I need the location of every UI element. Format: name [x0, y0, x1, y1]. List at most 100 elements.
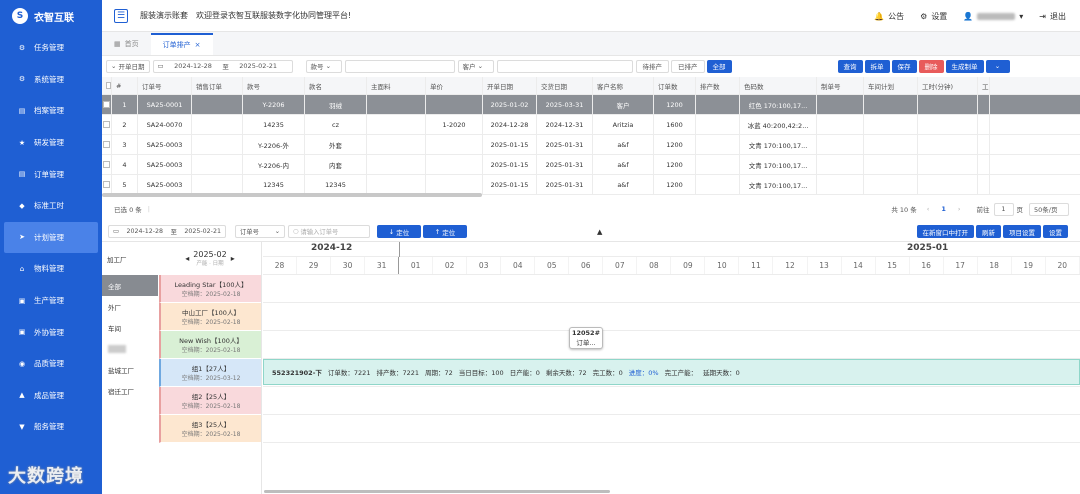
- order-number-input[interactable]: ○ 请输入订单号: [288, 225, 370, 238]
- more-dropdown-button[interactable]: ⌄: [985, 59, 1010, 73]
- column-header[interactable]: 主面料: [367, 77, 426, 94]
- column-header[interactable]: 款号: [243, 77, 305, 94]
- column-header[interactable]: 订单数: [654, 77, 696, 94]
- column-header[interactable]: #: [112, 77, 138, 94]
- factory-item[interactable]: 外厂: [102, 296, 158, 317]
- sidebar-item-10[interactable]: ◉ 品质管理: [0, 348, 102, 380]
- customer-input[interactable]: [496, 59, 633, 73]
- schedule-bar[interactable]: 552321902-下 订单数：7221 排产数：7221 周期：72 当日目标…: [263, 359, 1080, 385]
- split-button[interactable]: 拆单: [864, 59, 890, 73]
- factory-item[interactable]: 宿迁工厂: [102, 380, 158, 401]
- column-header[interactable]: 款名: [305, 77, 367, 94]
- table-row[interactable]: 3 SA25-0003 Y-2206-外 外套 2025-01-15 2025-01-31…: [102, 135, 1080, 155]
- date-range-picker[interactable]: ▭ 2024-12-28 至 2025-02-21: [152, 59, 293, 73]
- table-horizontal-scrollbar[interactable]: [102, 193, 482, 197]
- tab-home[interactable]: ▦ 首页: [102, 33, 151, 55]
- next-page-icon[interactable]: ›: [958, 205, 961, 213]
- prev-month-icon[interactable]: ◂: [185, 254, 189, 263]
- date-type-select[interactable]: ⌄ 开单日期: [106, 59, 150, 73]
- team-item[interactable]: 中山工厂【100人】 空档期：2025-02-18: [159, 303, 261, 331]
- gantt-lane[interactable]: [263, 387, 1080, 415]
- scheduled-filter-button[interactable]: 已排产: [671, 59, 705, 73]
- team-item[interactable]: 组1【27人】 空档期：2025-03-12: [159, 359, 261, 387]
- sidebar-item-3[interactable]: ★ 研发管理: [0, 127, 102, 159]
- collapse-triangle-icon[interactable]: ▲: [597, 228, 602, 236]
- column-header[interactable]: 制单号: [817, 77, 864, 94]
- team-item[interactable]: Leading Star【100人】 空档期：2025-02-18: [159, 275, 261, 303]
- save-button[interactable]: 保存: [891, 59, 917, 73]
- brand-logo[interactable]: S 衣智互联: [0, 0, 102, 32]
- sidebar-item-4[interactable]: ▤ 订单管理: [0, 158, 102, 190]
- current-page[interactable]: 1: [941, 205, 946, 213]
- logout-button[interactable]: ⇥ 退出: [1039, 11, 1066, 22]
- sidebar-item-6[interactable]: ➤ 计划管理: [4, 221, 98, 254]
- menu-toggle-icon[interactable]: ☰: [114, 8, 128, 23]
- team-item[interactable]: 组3【25人】 空档期：2025-02-18: [159, 415, 261, 443]
- sidebar-item-7[interactable]: ⌂ 物料管理: [0, 253, 102, 285]
- table-row[interactable]: 5 SA25-0003 12345 12345 2025-01-15 2025-01-31…: [102, 175, 1080, 195]
- sidebar-item-5[interactable]: ◆ 标准工时: [0, 190, 102, 222]
- column-header[interactable]: 工时(小: [978, 77, 990, 94]
- sidebar-item-2[interactable]: ▤ 档案管理: [0, 95, 102, 127]
- sidebar-item-0[interactable]: ⚙ 任务管理: [0, 32, 102, 64]
- sidebar-item-9[interactable]: ▣ 外协管理: [0, 316, 102, 348]
- gantt-lane[interactable]: 12052# 订单...: [263, 327, 1080, 359]
- select-all-checkbox[interactable]: [102, 77, 112, 94]
- column-header[interactable]: 工时(分钟): [918, 77, 978, 94]
- team-item[interactable]: New Wish【100人】 空档期：2025-02-18: [159, 331, 261, 359]
- column-header[interactable]: 开单日期: [483, 77, 537, 94]
- sidebar-item-8[interactable]: ▣ 生产管理: [0, 285, 102, 317]
- table-row[interactable]: 2 SA24-0070 14235 cz 1-2020 2024-12-28 2024-12…: [102, 115, 1080, 135]
- gantt-lane[interactable]: [263, 415, 1080, 443]
- close-icon[interactable]: ×: [195, 41, 201, 49]
- query-button[interactable]: 查询: [837, 59, 863, 73]
- factory-item[interactable]: 盐城工厂: [102, 359, 158, 380]
- goto-page-input[interactable]: 1: [993, 202, 1014, 216]
- table-row[interactable]: 1 SA25-0001 Y-2206 羽绒 2025-01-02 2025-03-31 客户…: [102, 95, 1080, 115]
- style-no-input[interactable]: [344, 59, 455, 73]
- gantt-lane[interactable]: 552321902-下 订单数：7221 排产数：7221 周期：72 当日目标…: [263, 359, 1080, 387]
- notice-button[interactable]: 🔔 公告: [874, 11, 904, 22]
- delete-button[interactable]: 删除: [918, 59, 944, 73]
- next-month-icon[interactable]: ▸: [231, 254, 235, 263]
- row-checkbox[interactable]: [102, 95, 112, 114]
- column-header[interactable]: 订单号: [138, 77, 192, 94]
- order-field-select[interactable]: 订单号 ⌄: [235, 225, 285, 238]
- factory-item[interactable]: 车间: [102, 317, 158, 338]
- locate-button-1[interactable]: ↓ 定位: [377, 225, 421, 238]
- pending-filter-button[interactable]: 待排产: [635, 59, 670, 73]
- settings-button[interactable]: ⚙ 设置: [920, 11, 947, 22]
- column-header[interactable]: 车间计划: [864, 77, 918, 94]
- row-checkbox[interactable]: [102, 155, 112, 174]
- user-menu[interactable]: 👤 ▾: [963, 12, 1023, 21]
- sidebar-item-12[interactable]: ▼ 船务管理: [0, 411, 102, 443]
- column-header[interactable]: 销售订单: [192, 77, 243, 94]
- column-header[interactable]: 色码数: [740, 77, 817, 94]
- table-row[interactable]: 4 SA25-0003 Y-2206-内 内套 2025-01-15 2025-01-31…: [102, 155, 1080, 175]
- gantt-settings-button[interactable]: 设置: [1043, 225, 1068, 238]
- column-header[interactable]: 客户名称: [593, 77, 654, 94]
- refresh-button[interactable]: 刷新: [976, 225, 1001, 238]
- column-header[interactable]: 排产数: [696, 77, 740, 94]
- column-header[interactable]: 单价: [426, 77, 483, 94]
- locate-button-2[interactable]: ↑ 定位: [423, 225, 467, 238]
- gantt-date-range[interactable]: ▭ 2024-12-28 至 2025-02-21: [108, 225, 226, 238]
- row-checkbox[interactable]: [102, 175, 112, 194]
- open-new-window-button[interactable]: 在新窗口中打开: [916, 225, 974, 238]
- gantt-lane[interactable]: [263, 275, 1080, 303]
- sidebar-item-11[interactable]: ▲ 成品管理: [0, 380, 102, 412]
- field-select[interactable]: 款号 ⌄: [305, 59, 342, 73]
- team-item[interactable]: 组2【25人】 空档期：2025-02-18: [159, 387, 261, 415]
- row-checkbox[interactable]: [102, 115, 112, 134]
- factory-item[interactable]: 全部: [102, 275, 158, 296]
- sidebar-item-1[interactable]: ⚙ 系统管理: [0, 64, 102, 96]
- gantt-horizontal-scrollbar[interactable]: [264, 490, 610, 493]
- project-settings-button[interactable]: 项目设置: [1003, 225, 1041, 238]
- all-filter-button[interactable]: 全部: [706, 59, 732, 73]
- column-header[interactable]: 交货日期: [537, 77, 593, 94]
- factory-item[interactable]: [102, 338, 158, 359]
- order-card[interactable]: 12052# 订单...: [569, 327, 603, 349]
- prev-page-icon[interactable]: ‹: [927, 205, 930, 213]
- row-checkbox[interactable]: [102, 135, 112, 154]
- generate-order-button[interactable]: 生成制单: [945, 59, 984, 73]
